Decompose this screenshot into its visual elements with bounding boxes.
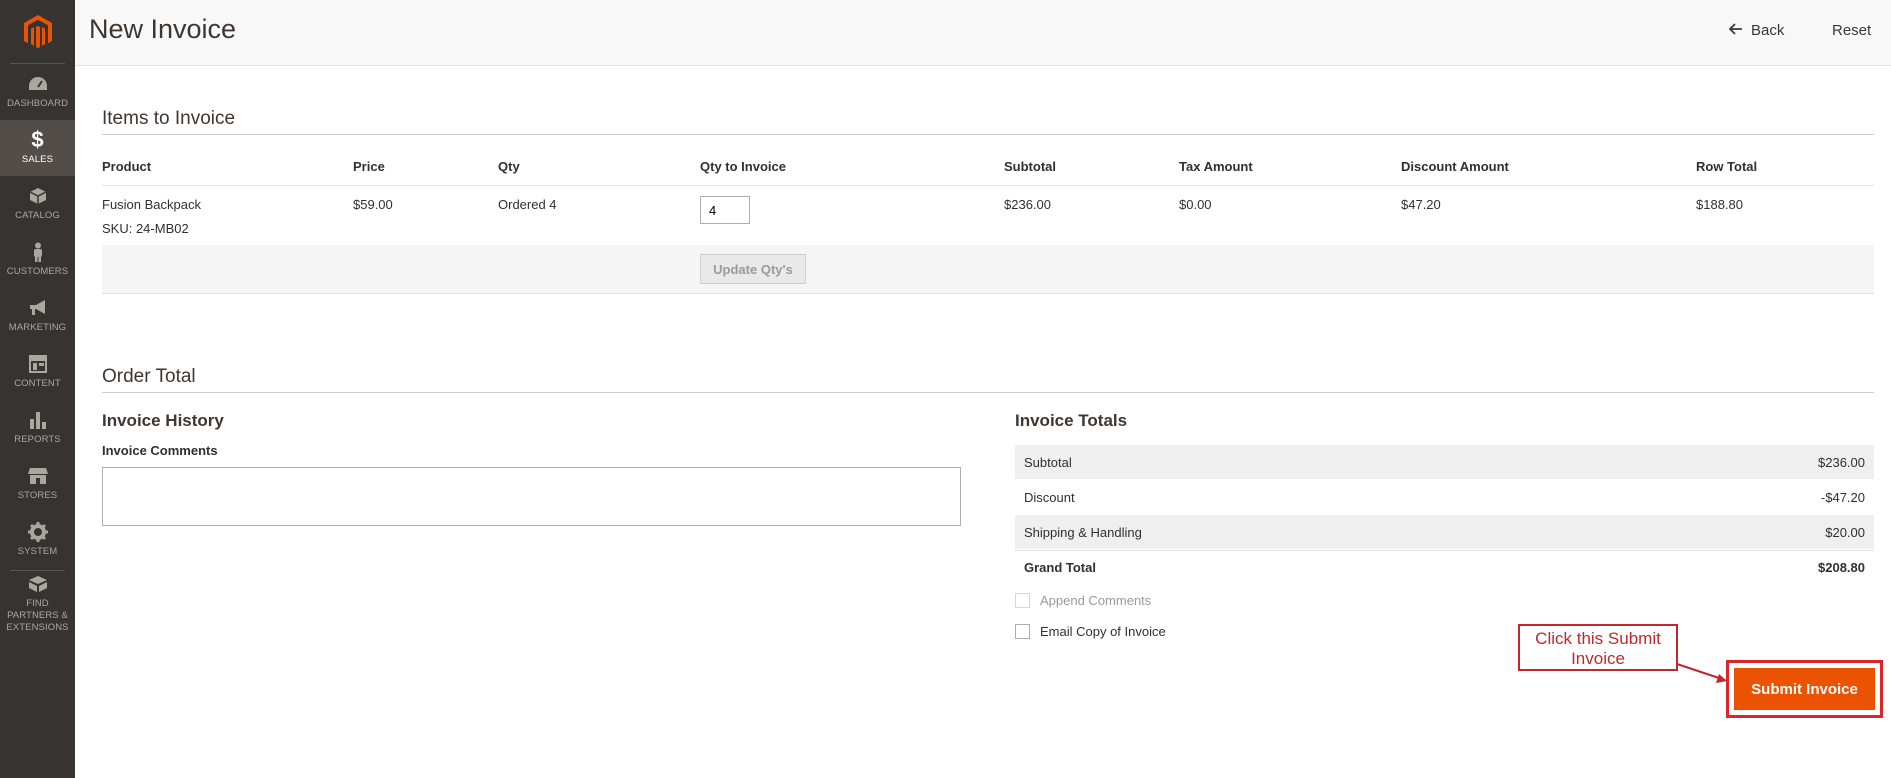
column-header-qty-to-invoice: Qty to Invoice	[700, 159, 786, 174]
sidebar-item-label: CONTENT	[14, 378, 61, 389]
email-copy-checkbox[interactable]	[1015, 624, 1030, 639]
item-tax-amount: $0.00	[1179, 197, 1212, 212]
sidebar-item-content[interactable]: CONTENT	[0, 344, 75, 400]
totals-label: Discount	[1024, 489, 1075, 505]
totals-row-discount: Discount -$47.20	[1015, 480, 1874, 515]
sidebar-item-label: CUSTOMERS	[6, 266, 69, 277]
arrow-left-icon	[1728, 22, 1743, 39]
update-qty-row: Update Qty's	[102, 245, 1874, 294]
sidebar-item-find-partners[interactable]: FIND PARTNERS & EXTENSIONS	[0, 573, 75, 635]
submit-highlight-box: Submit Invoice	[1726, 660, 1883, 718]
cube-icon	[28, 186, 48, 206]
sidebar-divider	[10, 570, 65, 571]
column-header-discount-amount: Discount Amount	[1401, 159, 1509, 174]
column-header-product: Product	[102, 159, 152, 174]
order-total-rule	[102, 392, 1874, 393]
item-qty-ordered: Ordered 4	[498, 197, 557, 212]
item-price: $59.00	[353, 197, 393, 212]
sidebar-item-label: SALES	[21, 154, 54, 165]
email-copy-label: Email Copy of Invoice	[1040, 624, 1166, 639]
megaphone-icon	[28, 298, 48, 318]
append-comments-option: Append Comments	[1015, 593, 1151, 608]
totals-row-grand-total: Grand Total $208.80	[1015, 550, 1874, 585]
magento-logo[interactable]	[10, 0, 65, 64]
sidebar-item-label: REPORTS	[14, 434, 61, 445]
gear-icon	[27, 522, 48, 542]
totals-value: $236.00	[1818, 454, 1865, 470]
store-icon	[27, 466, 48, 486]
admin-sidebar: DASHBOARD $ SALES CATALOG CUSTOMERS MARK…	[0, 0, 75, 778]
invoice-totals-title: Invoice Totals	[1015, 411, 1128, 430]
reset-button[interactable]: Reset	[1832, 22, 1871, 39]
sidebar-item-label: STORES	[17, 490, 58, 501]
dashboard-icon	[28, 74, 48, 94]
table-header-rule	[102, 185, 1874, 186]
totals-label: Shipping & Handling	[1024, 524, 1142, 540]
magento-logo-icon	[23, 14, 52, 48]
append-comments-label: Append Comments	[1040, 593, 1152, 608]
dollar-icon: $	[31, 127, 44, 152]
item-subtotal: $236.00	[1004, 197, 1051, 212]
items-section-rule	[102, 134, 1874, 135]
sidebar-item-sales[interactable]: $ SALES	[0, 120, 75, 176]
annotation-callout: Click this Submit Invoice	[1518, 624, 1678, 671]
reset-label: Reset	[1832, 22, 1872, 39]
invoice-comments-textarea[interactable]	[102, 467, 961, 526]
totals-row-shipping: Shipping & Handling $20.00	[1015, 515, 1874, 550]
page-title: New Invoice	[89, 14, 237, 44]
page-header: New Invoice Back Reset	[75, 0, 1891, 66]
totals-value: $208.80	[1818, 560, 1865, 575]
sidebar-item-label: MARKETING	[8, 322, 67, 333]
sidebar-item-catalog[interactable]: CATALOG	[0, 176, 75, 232]
order-total-title: Order Total	[102, 366, 196, 387]
column-header-subtotal: Subtotal	[1004, 159, 1056, 174]
sidebar-item-label: SYSTEM	[17, 546, 58, 557]
submit-invoice-button[interactable]: Submit Invoice	[1734, 668, 1875, 710]
product-sku: SKU: 24-MB02	[102, 221, 189, 236]
email-copy-option: Email Copy of Invoice	[1015, 624, 1166, 639]
item-discount-amount: $47.20	[1401, 197, 1441, 212]
invoice-comments-label: Invoice Comments	[102, 443, 218, 458]
totals-label: Subtotal	[1024, 454, 1072, 470]
back-button[interactable]: Back	[1728, 22, 1785, 39]
sidebar-item-marketing[interactable]: MARKETING	[0, 288, 75, 344]
sidebar-item-label: FIND PARTNERS & EXTENSIONS	[6, 598, 69, 633]
layout-icon	[28, 354, 48, 374]
product-name: Fusion Backpack	[102, 197, 201, 212]
items-section-title: Items to Invoice	[102, 108, 236, 129]
sidebar-item-stores[interactable]: STORES	[0, 456, 75, 512]
box-icon	[28, 574, 48, 594]
column-header-price: Price	[353, 159, 385, 174]
sidebar-item-label: CATALOG	[15, 210, 60, 221]
item-row-total: $188.80	[1696, 197, 1743, 212]
column-header-tax-amount: Tax Amount	[1179, 159, 1253, 174]
update-qtys-button[interactable]: Update Qty's	[700, 254, 806, 284]
back-label: Back	[1751, 22, 1785, 39]
bar-chart-icon	[28, 410, 48, 430]
invoice-history-title: Invoice History	[102, 411, 224, 430]
qty-to-invoice-input[interactable]	[700, 196, 750, 224]
sidebar-item-label: DASHBOARD	[6, 98, 69, 109]
totals-value: $20.00	[1825, 524, 1865, 540]
sidebar-item-customers[interactable]: CUSTOMERS	[0, 232, 75, 288]
totals-row-subtotal: Subtotal $236.00	[1015, 445, 1874, 480]
sidebar-item-reports[interactable]: REPORTS	[0, 400, 75, 456]
totals-value: -$47.20	[1820, 489, 1865, 505]
column-header-row-total: Row Total	[1696, 159, 1758, 174]
person-icon	[28, 242, 48, 262]
column-header-qty: Qty	[498, 159, 520, 174]
invoice-totals-table: Subtotal $236.00 Discount -$47.20 Shippi…	[1015, 445, 1874, 585]
sidebar-item-system[interactable]: SYSTEM	[0, 512, 75, 568]
append-comments-checkbox[interactable]	[1015, 593, 1030, 608]
totals-label: Grand Total	[1024, 560, 1096, 575]
sidebar-item-dashboard[interactable]: DASHBOARD	[0, 64, 75, 120]
